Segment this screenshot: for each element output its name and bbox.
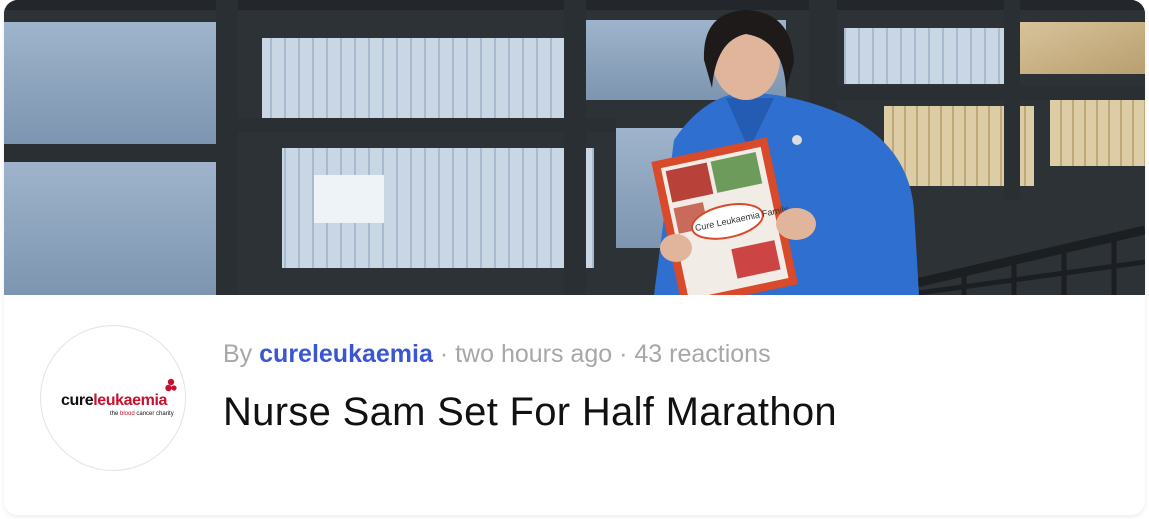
by-label: By (223, 340, 253, 368)
tagline-post: cancer charity (136, 411, 174, 417)
reactions-count[interactable]: 43 reactions (634, 340, 770, 368)
post-meta: By cureleukaemia · two hours ago · 43 re… (223, 340, 771, 369)
author-avatar[interactable]: cureleukaemia the blood cancer charity (40, 325, 186, 471)
logo-dots-icon (165, 378, 177, 392)
hero-image[interactable]: Cure Leukaemia Family (4, 0, 1145, 295)
post-title[interactable]: Nurse Sam Set For Half Marathon (223, 390, 837, 435)
avatar-logo-wordmark: cureleukaemia (41, 392, 185, 410)
tagline-accent: blood (120, 411, 135, 417)
meta-separator: · (619, 340, 628, 368)
hero-photo: Cure Leukaemia Family (4, 0, 1145, 295)
meta-separator: · (439, 340, 449, 368)
post-time: two hours ago (455, 340, 613, 368)
logo-cure: cure (61, 392, 94, 409)
logo-leukaemia: leukaemia (93, 392, 167, 409)
tagline-pre: the (110, 411, 119, 417)
post-card[interactable]: Cure Leukaemia Family cureleukaemia the … (4, 0, 1145, 515)
avatar-logo-tagline: the blood cancer charity (110, 411, 174, 417)
author-link[interactable]: cureleukaemia (259, 340, 433, 368)
